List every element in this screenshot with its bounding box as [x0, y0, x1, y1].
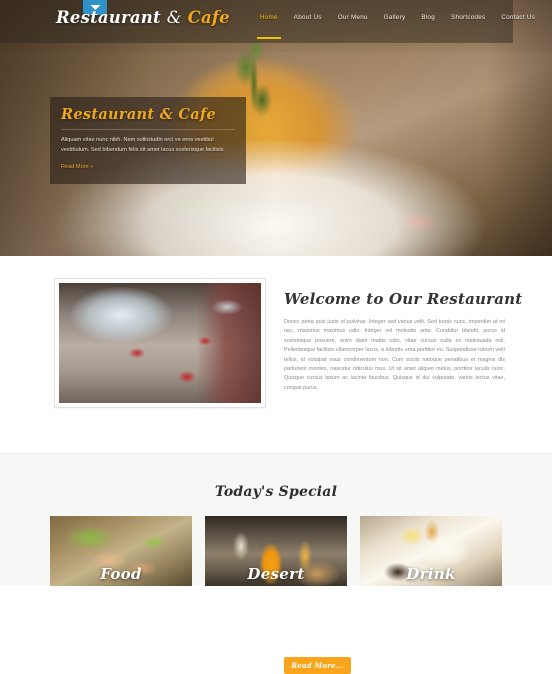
- hero-caption-box: Restaurant & Cafe Aliquam vitae nunc nib…: [50, 97, 246, 185]
- welcome-section: Welcome to Our Restaurant Donec porta qu…: [0, 256, 552, 674]
- specials-card-grid: Food Desert Drink: [50, 516, 502, 586]
- logo-text-secondary: Cafe: [187, 8, 230, 27]
- hero-caption-divider: [61, 129, 235, 130]
- special-card-label: Food: [100, 565, 142, 583]
- nav-item-shortcodes[interactable]: Shortcodes: [443, 13, 493, 23]
- nav-item-blog[interactable]: Blog: [413, 13, 443, 23]
- logo-text-primary: Restaurant: [56, 8, 161, 27]
- logo-ampersand: &: [166, 8, 182, 27]
- special-card-food[interactable]: Food: [50, 516, 192, 586]
- welcome-body-text: Donec porta quis justo id pulvinar. Inte…: [284, 319, 505, 391]
- special-card-desert[interactable]: Desert: [205, 516, 347, 586]
- welcome-read-more-button[interactable]: Read More...: [284, 657, 351, 674]
- nav-item-our-menu[interactable]: Our Menu: [330, 13, 376, 23]
- nav-item-gallery[interactable]: Gallery: [376, 13, 414, 23]
- restaurant-interior-image: [59, 283, 261, 403]
- main-navigation: Home About Us Our Menu Gallery Blog Shor…: [252, 13, 543, 39]
- site-logo[interactable]: Restaurant & Cafe: [56, 8, 230, 27]
- welcome-heading: Welcome to Our Restaurant: [284, 290, 523, 308]
- site-header: Restaurant & Cafe Home About Us Our Menu…: [0, 0, 535, 43]
- special-card-drink[interactable]: Drink: [360, 516, 502, 586]
- special-card-label: Desert: [247, 565, 305, 583]
- nav-item-about-us[interactable]: About Us: [286, 13, 330, 23]
- specials-heading: Today's Special: [214, 484, 338, 500]
- todays-special-section: Today's Special Food Desert Drink: [0, 453, 552, 586]
- welcome-photo-frame: [54, 278, 266, 408]
- page-root: Restaurant & Cafe Home About Us Our Menu…: [0, 0, 552, 674]
- nav-item-home[interactable]: Home: [252, 13, 286, 39]
- nav-item-contact-us[interactable]: Contact Us: [493, 13, 543, 23]
- hero-caption-title: Restaurant & Cafe: [61, 106, 217, 123]
- hero-slider: Restaurant & Cafe Home About Us Our Menu…: [0, 0, 552, 256]
- special-card-label: Drink: [406, 565, 456, 583]
- hero-caption-text: Aliquam vitae nunc nibh. Nam sollicitudi…: [61, 137, 224, 153]
- hero-read-more-link[interactable]: Read More »: [61, 164, 93, 170]
